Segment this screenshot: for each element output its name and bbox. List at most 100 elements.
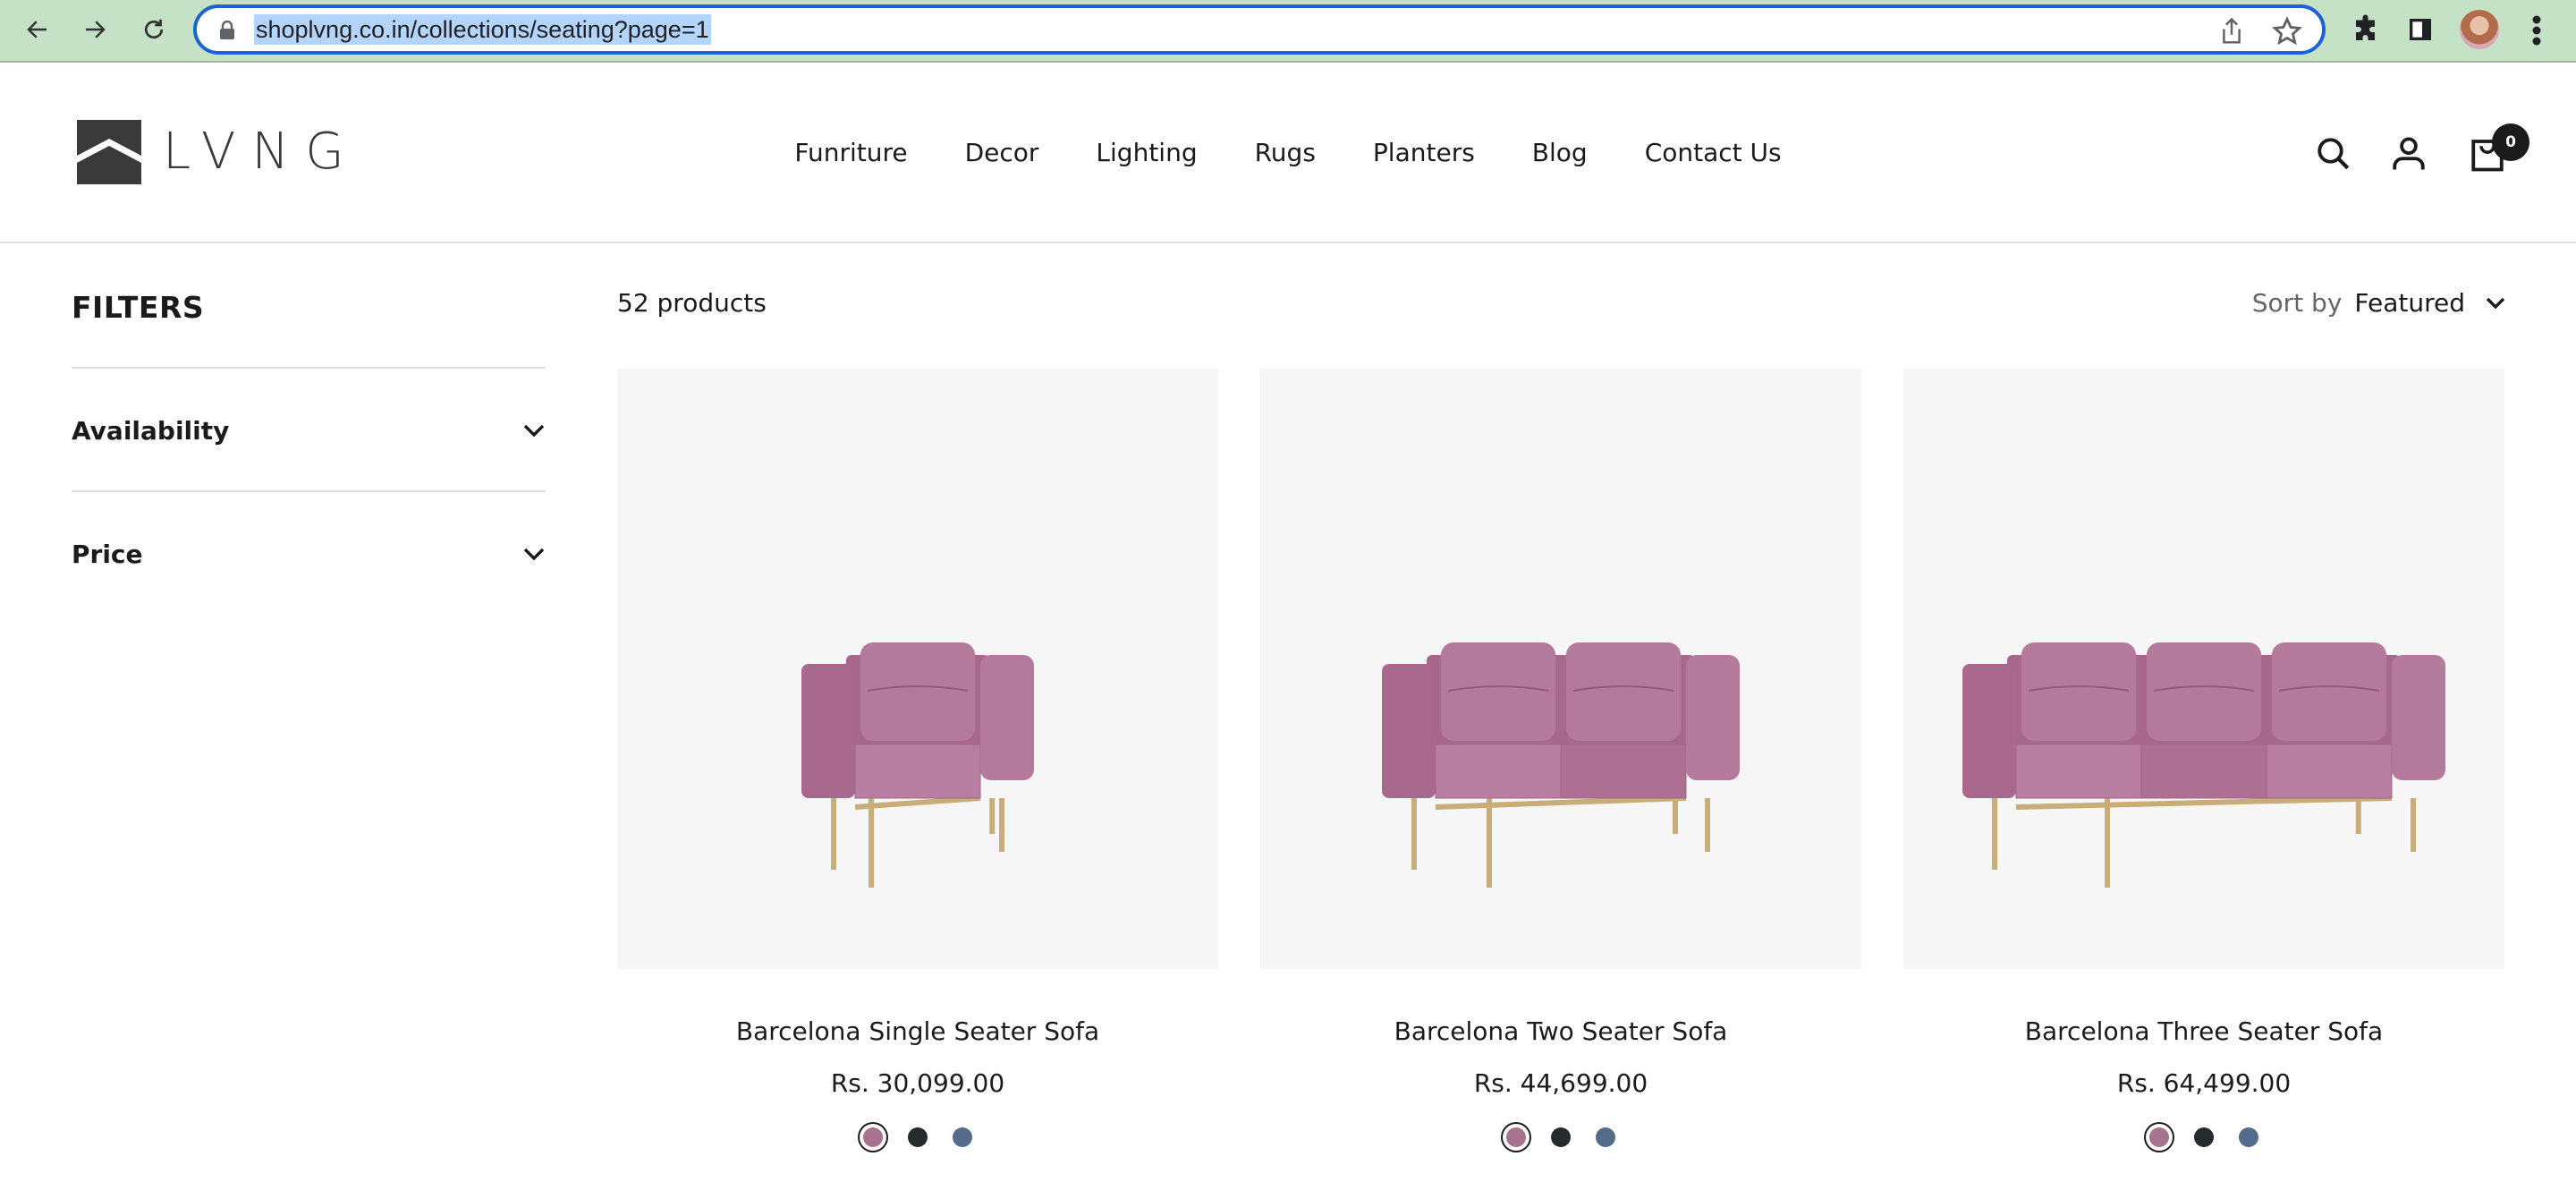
sofa-leg (999, 798, 1004, 852)
swatch-blue[interactable] (948, 1123, 977, 1152)
main-nav: Funriture Decor Lighting Rugs Planters B… (0, 138, 2576, 167)
sofa-leg (869, 798, 874, 888)
lock-icon (220, 21, 234, 39)
reload-button[interactable] (136, 12, 172, 47)
sofa-illustration (1962, 642, 2445, 888)
nav-decor[interactable]: Decor (965, 138, 1039, 167)
color-swatches (1903, 1123, 2504, 1152)
sofa-leg (1673, 798, 1678, 834)
sofa-seat (854, 744, 981, 799)
url-text[interactable]: shoplvng.co.in/collections/seating?page=… (254, 14, 711, 45)
nav-lighting[interactable]: Lighting (1096, 138, 1197, 167)
swatch-dot (863, 1127, 883, 1147)
sofa-leg (1487, 798, 1492, 888)
swatch-dot (953, 1127, 972, 1147)
nav-rugs[interactable]: Rugs (1255, 138, 1316, 167)
filters-title: FILTERS (72, 290, 205, 325)
product-title[interactable]: Barcelona Three Seater Sofa (1903, 1016, 2504, 1046)
sofa-frame (1435, 795, 1687, 810)
nav-contact-us[interactable]: Contact Us (1645, 138, 1782, 167)
sofa-arm-left (1382, 664, 1436, 798)
product-card: Barcelona Three Seater Sofa Rs. 64,499.0… (1903, 369, 2504, 1147)
back-arrow-icon (27, 21, 47, 38)
sofa-pillow (2021, 642, 2136, 741)
product-card: Barcelona Two Seater Sofa Rs. 44,699.00 (1260, 369, 1861, 1147)
swatch-black[interactable] (903, 1123, 932, 1152)
nav-planters[interactable]: Planters (1373, 138, 1475, 167)
product-price: Rs. 44,699.00 (1473, 1068, 1648, 1098)
browser-toolbar: shoplvng.co.in/collections/seating?page=… (0, 0, 2576, 63)
sofa-pillow (1441, 642, 1555, 741)
swatch-blue[interactable] (1591, 1123, 1620, 1152)
product-title[interactable]: Barcelona Two Seater Sofa (1260, 1016, 1861, 1046)
filter-divider (72, 490, 546, 492)
filter-divider (72, 367, 546, 369)
address-bar[interactable]: shoplvng.co.in/collections/seating?page=… (193, 4, 2326, 55)
sort-value: Featured (2354, 288, 2465, 318)
product-title[interactable]: Barcelona Single Seater Sofa (617, 1016, 1218, 1046)
sofa-illustration (1382, 642, 1740, 888)
sofa-frame (2015, 795, 2393, 810)
nav-blog[interactable]: Blog (1532, 138, 1588, 167)
product-image[interactable] (1903, 369, 2504, 969)
sofa-arm-right (2392, 655, 2445, 780)
product-card: Barcelona Single Seater Sofa Rs. 30,099.… (617, 369, 1218, 1147)
chevron-down-icon (523, 424, 545, 438)
swatch-dot (2194, 1127, 2214, 1147)
nav-furniture[interactable]: Funriture (794, 138, 907, 167)
chevron-down-icon (523, 548, 545, 561)
color-swatches (617, 1123, 1218, 1152)
color-swatches (1260, 1123, 1861, 1152)
swatch-pink[interactable] (1502, 1123, 1530, 1152)
account-icon[interactable] (2390, 135, 2428, 173)
bookmark-star-icon[interactable] (2272, 16, 2302, 47)
chevron-down-icon (2486, 297, 2505, 309)
share-icon[interactable] (2218, 17, 2245, 46)
sofa-leg (2411, 798, 2416, 852)
product-price: Rs. 30,099.00 (830, 1068, 1005, 1098)
sofa-leg (1705, 798, 1710, 852)
swatch-dot (908, 1127, 928, 1147)
sofa-arm-right (1686, 655, 1740, 780)
site-header: LVNG Funriture Decor Lighting Rugs Plant… (0, 64, 2576, 243)
sofa-leg (831, 798, 836, 870)
swatch-dot (2149, 1127, 2169, 1147)
swatch-pink[interactable] (859, 1123, 887, 1152)
filter-label: Availability (72, 415, 230, 446)
extensions-puzzle-icon[interactable] (2351, 13, 2383, 46)
filter-price[interactable]: Price (72, 523, 546, 585)
swatch-dot (1596, 1127, 1615, 1147)
sofa-pillow (860, 642, 975, 741)
profile-avatar[interactable] (2460, 10, 2499, 49)
side-panel-icon[interactable] (2406, 15, 2435, 44)
product-image[interactable] (1260, 369, 1861, 969)
sofa-seat (1435, 744, 1562, 799)
cart-count-badge: 0 (2492, 123, 2529, 161)
sofa-arm-right (980, 655, 1034, 780)
sofa-arm-left (1962, 664, 2016, 798)
product-image[interactable] (617, 369, 1218, 969)
swatch-black[interactable] (2190, 1123, 2218, 1152)
sofa-leg (989, 798, 996, 834)
filter-availability[interactable]: Availability (72, 399, 546, 462)
swatch-dot (1551, 1127, 1571, 1147)
forward-arrow-icon (86, 21, 106, 38)
sort-dropdown[interactable]: Sort by Featured (2252, 288, 2506, 318)
sofa-leg (2105, 798, 2110, 888)
sofa-seat (2266, 744, 2393, 799)
sofa-pillow (2272, 642, 2386, 741)
back-button[interactable] (20, 12, 55, 47)
more-menu-icon[interactable] (2531, 14, 2542, 47)
sofa-arm-left (801, 664, 855, 798)
product-price: Rs. 64,499.00 (2116, 1068, 2292, 1098)
sofa-illustration (801, 642, 1034, 888)
swatch-black[interactable] (1546, 1123, 1575, 1152)
swatch-blue[interactable] (2234, 1123, 2263, 1152)
reload-icon (144, 19, 164, 39)
swatch-dot (2239, 1127, 2258, 1147)
forward-button[interactable] (77, 12, 113, 47)
swatch-dot (1506, 1127, 1526, 1147)
sofa-seat (2140, 744, 2267, 799)
search-icon[interactable] (2315, 135, 2352, 173)
swatch-pink[interactable] (2145, 1123, 2174, 1152)
